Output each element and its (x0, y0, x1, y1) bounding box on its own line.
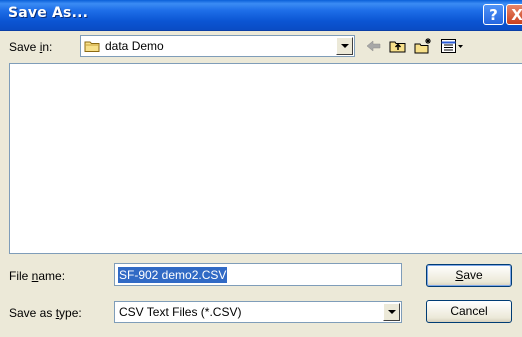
back-arrow-icon[interactable] (364, 37, 384, 55)
chevron-down-icon[interactable] (336, 37, 353, 55)
help-button[interactable]: ? (483, 4, 504, 25)
close-button[interactable]: X (506, 4, 522, 25)
folder-icon (84, 39, 101, 56)
save-as-type-value: CSV Text Files (*.CSV) (119, 305, 242, 319)
chevron-down-icon[interactable] (383, 303, 400, 321)
save-button[interactable]: Save (426, 264, 512, 287)
save-as-type-dropdown[interactable]: CSV Text Files (*.CSV) (114, 301, 402, 323)
save-in-dropdown[interactable]: data Demo (80, 35, 355, 57)
save-in-value: data Demo (105, 39, 164, 53)
cancel-button[interactable]: Cancel (426, 300, 512, 323)
file-name-label: File name: (9, 269, 66, 283)
save-in-label: Save in: (9, 40, 53, 54)
dialog-title: Save As... (8, 5, 89, 21)
create-new-folder-icon[interactable] (413, 37, 433, 55)
file-name-input[interactable]: SF-902 demo2.CSV (114, 263, 402, 286)
file-list-view[interactable] (9, 63, 522, 254)
save-as-dialog: Save As... ? X Save in: data Demo File n… (0, 0, 522, 337)
save-as-type-label: Save as type: (9, 306, 82, 320)
views-menu-icon[interactable] (440, 37, 466, 55)
title-bar[interactable]: Save As... ? X (0, 0, 522, 31)
up-one-level-icon[interactable] (388, 37, 408, 55)
file-name-value: SF-902 demo2.CSV (118, 267, 228, 283)
